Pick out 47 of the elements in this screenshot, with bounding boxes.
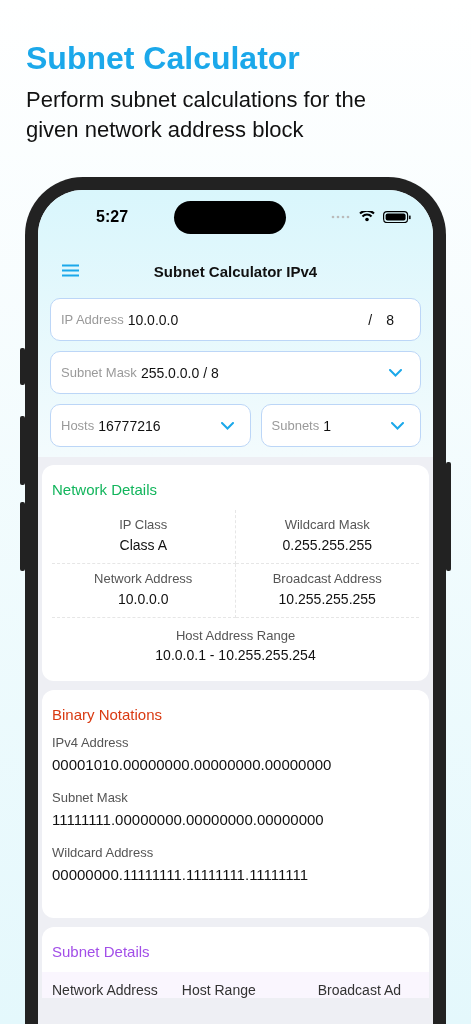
binary-label: Subnet Mask [52,790,129,805]
binary-value: 11111111.00000000.00000000.00000000 [52,811,325,828]
detail-value: 10.255.255.255 [278,591,376,607]
dropdown-field[interactable]: Subnets 1 [260,404,421,447]
detail-value: 10.0.0.1 - 10.255.255.254 [155,647,316,663]
field-value: 1 [323,417,331,434]
prefix-separator: / [368,311,373,328]
detail-label: IP Class [119,517,168,532]
dropdown-field[interactable]: Subnet Mask 255.0.0.0 / 8 [50,351,421,394]
field-value: 16777216 [98,417,161,434]
dropdown-field[interactable]: Hosts 16777216 [50,404,251,447]
field-label: Subnets [271,418,320,433]
status-time: 5:27 [96,208,129,226]
field-label: IP Address [61,312,124,327]
ip-address-field[interactable]: IP Address 10.0.0.0 / 8 [50,298,421,341]
column-header: Host Range [181,982,256,998]
field-label: Subnet Mask [61,365,137,380]
chevron-down-icon [391,421,404,430]
nav-title: Subnet Calculator IPv4 [153,262,318,280]
detail-label: Broadcast Address [272,571,382,586]
card-title: Binary Notations [52,706,164,725]
field-label: Hosts [61,418,95,433]
page-title: Subnet Calculator [26,40,301,77]
detail-value: 0.255.255.255 [282,537,372,553]
binary-label: IPv4 Address [52,735,130,750]
binary-value: 00000000.11111111.11111111.11111111 [52,866,310,883]
menu-icon[interactable] [62,264,79,277]
detail-value: 10.0.0.0 [117,591,169,607]
detail-label: Network Address [94,571,193,586]
prefix-value: 8 [385,311,395,328]
field-value: 255.0.0.0 / 8 [140,364,219,381]
card-title: Subnet Details [52,943,151,962]
detail-label: Wildcard Mask [284,517,370,532]
chevron-down-icon [220,421,234,430]
column-header: Network Address [52,982,158,998]
battery-icon [383,211,411,223]
detail-value: Class A [119,537,167,553]
wifi-icon [359,211,375,223]
binary-label: Wildcard Address [52,845,155,860]
field-value: 10.0.0.0 [127,311,179,328]
detail-label: Host Address Range [175,628,296,643]
card-title: Network Details [52,481,159,500]
chevron-down-icon [389,368,402,377]
column-header: Broadcast Ad [317,982,402,998]
binary-value: 00001010.00000000.00000000.00000000 [52,756,333,773]
signal-icon [331,215,351,219]
page-subtitle: Perform subnet calculations for the given network address block [26,86,367,144]
